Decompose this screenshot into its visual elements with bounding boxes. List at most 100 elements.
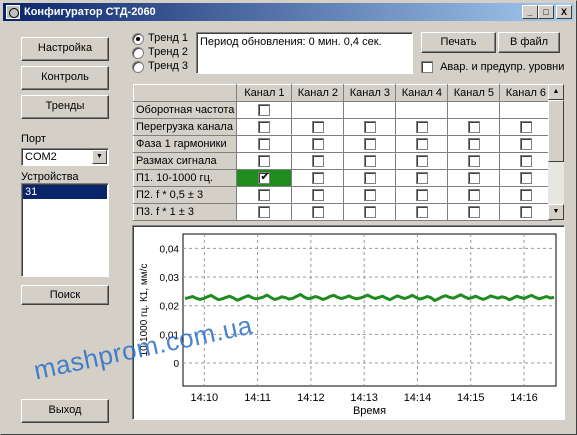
port-select[interactable]: COM2 ▼ — [21, 148, 109, 166]
trend-2-radio[interactable] — [132, 47, 144, 59]
grid-cell[interactable] — [499, 152, 553, 170]
grid-cell[interactable] — [343, 152, 397, 170]
channel-checkbox[interactable] — [415, 172, 428, 185]
channel-checkbox[interactable] — [363, 206, 376, 219]
channel-checkbox[interactable] — [258, 206, 271, 219]
chevron-down-icon[interactable]: ▼ — [92, 150, 107, 164]
grid-cell[interactable] — [395, 101, 449, 119]
grid-cell[interactable] — [447, 101, 501, 119]
search-button[interactable]: Поиск — [21, 285, 109, 305]
levels-checkbox[interactable] — [421, 61, 433, 74]
channel-checkbox[interactable] — [311, 121, 324, 134]
levels-checkbox-row[interactable]: Авар. и предупр. уровни — [421, 61, 564, 74]
grid-cell[interactable] — [395, 152, 449, 170]
channel-checkbox[interactable] — [258, 138, 271, 151]
grid-cell[interactable] — [447, 135, 501, 153]
grid-cell[interactable] — [291, 152, 345, 170]
grid-cell[interactable] — [395, 118, 449, 136]
grid-cell[interactable] — [343, 135, 397, 153]
grid-cell[interactable] — [499, 203, 553, 221]
channel-checkbox[interactable] — [258, 155, 271, 168]
channel-checkbox[interactable] — [258, 189, 271, 202]
grid-cell[interactable] — [236, 101, 293, 119]
grid-cell[interactable] — [291, 101, 345, 119]
grid-cell[interactable] — [291, 186, 345, 204]
grid-cell[interactable] — [236, 135, 293, 153]
column-header[interactable]: Канал 4 — [395, 84, 449, 102]
trend-3-radio[interactable] — [132, 61, 144, 73]
channel-checkbox[interactable] — [467, 206, 480, 219]
channel-checkbox[interactable] — [258, 121, 271, 134]
channel-checkbox[interactable] — [311, 189, 324, 202]
row-header[interactable]: Фаза 1 гармоники — [132, 135, 238, 153]
channel-checkbox[interactable] — [519, 121, 532, 134]
trends-button[interactable]: Тренды — [21, 95, 109, 119]
column-header[interactable]: Канал 2 — [291, 84, 345, 102]
channel-checkbox[interactable] — [519, 138, 532, 151]
channel-checkbox[interactable] — [415, 138, 428, 151]
settings-button[interactable]: Настройка — [21, 37, 109, 61]
channel-checkbox[interactable] — [258, 104, 271, 117]
channel-checkbox[interactable] — [415, 121, 428, 134]
grid-cell[interactable] — [236, 186, 293, 204]
grid-cell[interactable] — [343, 169, 397, 187]
grid-cell[interactable] — [291, 203, 345, 221]
channel-checkbox[interactable] — [415, 155, 428, 168]
channel-checkbox[interactable] — [311, 206, 324, 219]
channel-checkbox[interactable] — [467, 189, 480, 202]
grid-cell[interactable] — [236, 152, 293, 170]
grid-cell[interactable] — [236, 118, 293, 136]
grid-cell[interactable] — [447, 152, 501, 170]
grid-cell[interactable] — [499, 186, 553, 204]
grid-cell[interactable] — [343, 101, 397, 119]
grid-cell[interactable] — [343, 118, 397, 136]
grid-cell[interactable] — [499, 118, 553, 136]
channel-checkbox[interactable] — [363, 155, 376, 168]
row-header[interactable]: Размах сигнала — [132, 152, 238, 170]
channel-checkbox[interactable] — [311, 155, 324, 168]
channel-checkbox[interactable] — [519, 189, 532, 202]
grid-cell[interactable] — [395, 169, 449, 187]
channel-checkbox[interactable] — [311, 172, 324, 185]
scroll-down-icon[interactable]: ▼ — [548, 204, 564, 220]
row-header[interactable]: Оборотная частота — [132, 101, 238, 119]
grid-cell[interactable] — [343, 203, 397, 221]
scroll-thumb[interactable] — [548, 100, 564, 162]
minimize-button[interactable]: _ — [522, 5, 538, 19]
grid-cell[interactable] — [447, 186, 501, 204]
column-header[interactable]: Канал 1 — [236, 84, 293, 102]
grid-scrollbar[interactable]: ▲ ▼ — [548, 84, 564, 220]
trend-1-radio[interactable] — [132, 33, 144, 45]
channel-checkbox[interactable] — [467, 172, 480, 185]
channel-checkbox[interactable] — [415, 189, 428, 202]
grid-cell[interactable] — [499, 101, 553, 119]
grid-cell[interactable] — [236, 169, 293, 187]
devices-list[interactable]: 31 — [21, 183, 109, 277]
row-header[interactable]: П1. 10-1000 гц. — [132, 169, 238, 187]
channel-checkbox[interactable] — [519, 172, 532, 185]
channel-checkbox[interactable] — [363, 172, 376, 185]
maximize-button[interactable]: □ — [538, 5, 554, 19]
channel-checkbox[interactable] — [363, 189, 376, 202]
grid-cell[interactable] — [447, 169, 501, 187]
column-header[interactable]: Канал 3 — [343, 84, 397, 102]
channel-checkbox[interactable] — [467, 121, 480, 134]
channel-checkbox[interactable] — [311, 138, 324, 151]
grid-cell[interactable] — [291, 135, 345, 153]
list-item[interactable]: 31 — [23, 185, 107, 199]
grid-cell[interactable] — [395, 203, 449, 221]
grid-cell[interactable] — [499, 135, 553, 153]
column-header[interactable]: Канал 5 — [447, 84, 501, 102]
exit-button[interactable]: Выход — [21, 399, 109, 423]
close-button[interactable]: X — [556, 5, 572, 19]
grid-cell[interactable] — [291, 169, 345, 187]
channel-checkbox[interactable] — [258, 171, 271, 185]
row-header[interactable]: П3. f * 1 ± 3 — [132, 203, 238, 221]
grid-cell[interactable] — [447, 203, 501, 221]
channel-checkbox[interactable] — [467, 138, 480, 151]
grid-cell[interactable] — [447, 118, 501, 136]
channel-checkbox[interactable] — [519, 155, 532, 168]
row-header[interactable]: Перегрузка канала — [132, 118, 238, 136]
channel-checkbox[interactable] — [519, 206, 532, 219]
scroll-up-icon[interactable]: ▲ — [548, 84, 564, 100]
